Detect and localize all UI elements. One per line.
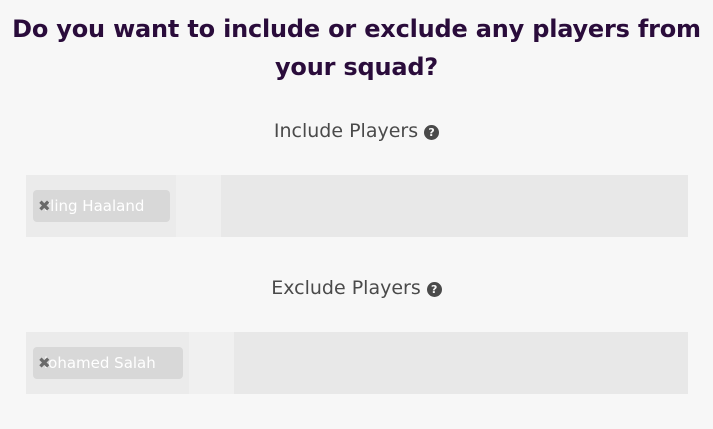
close-x-icon[interactable]: ✖ — [38, 347, 51, 379]
question-circle-icon[interactable]: ? — [426, 282, 442, 297]
include-player-chip-label: rling Haaland — [44, 197, 145, 215]
include-search-input[interactable] — [176, 175, 221, 237]
close-x-icon[interactable]: ✖ — [38, 190, 51, 222]
exclude-players-field[interactable]: lohamed Salah ✖ — [26, 332, 688, 394]
page-question: Do you want to include or exclude any pl… — [0, 10, 713, 86]
include-players-label: Include Players — [273, 120, 419, 142]
include-player-chip[interactable]: rling Haaland ✖ — [33, 190, 170, 222]
question-line-1: Do you want to include or exclude any pl… — [12, 15, 701, 43]
exclude-search-input[interactable] — [189, 332, 234, 394]
include-players-label-row: Include Players? — [0, 119, 713, 143]
exclude-players-label-row: Exclude Players? — [0, 276, 713, 300]
exclude-player-chip-label: lohamed Salah — [44, 354, 156, 372]
exclude-players-label: Exclude Players — [271, 277, 421, 299]
question-circle-icon[interactable]: ? — [424, 125, 440, 140]
question-line-2: your squad? — [274, 53, 439, 81]
exclude-player-chip[interactable]: lohamed Salah ✖ — [33, 347, 183, 379]
include-players-field[interactable]: rling Haaland ✖ — [26, 175, 688, 237]
